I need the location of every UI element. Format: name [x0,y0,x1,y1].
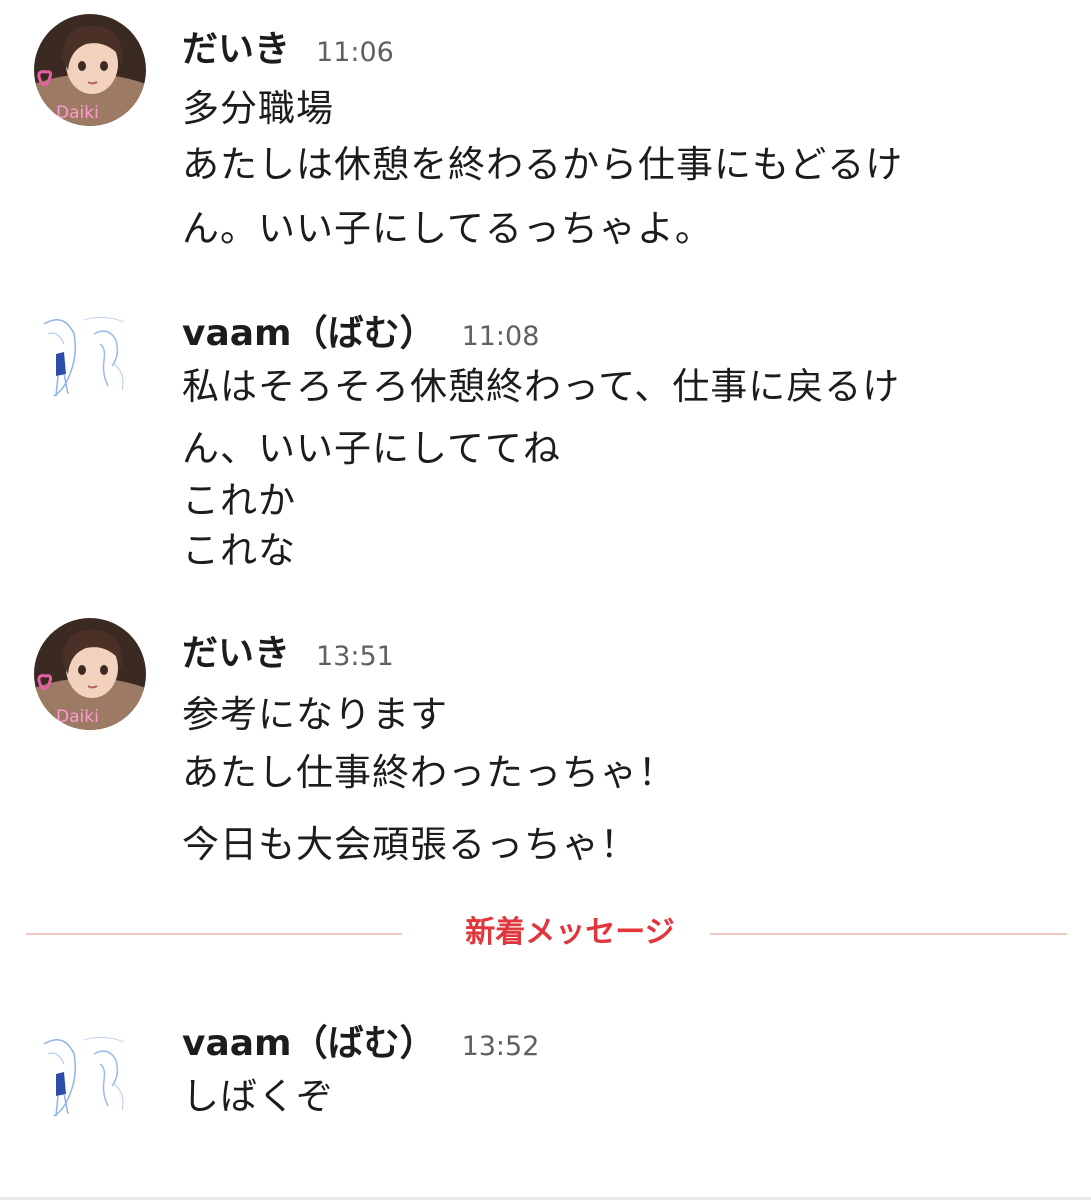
new-messages-label: 新着メッセージ [430,913,710,953]
divider-line-right [690,933,1067,935]
new-messages-divider: 新着メッセージ [26,913,1067,953]
message-text-line: あたし仕事終わったっちゃ！ [182,751,676,794]
message-text-line: しばくぞ [182,1075,334,1118]
message-text-line: これな [182,529,296,572]
avatar[interactable] [34,1024,146,1136]
message-text-line: 参考になります [182,693,448,736]
message-text-line: 今日も大会頑張るっちゃ！ [182,823,638,866]
author-name[interactable]: だいき [182,29,290,70]
avatar-watermark: Daiki [56,103,99,123]
timestamp[interactable]: 11:06 [316,37,394,68]
avatar[interactable] [34,304,146,416]
message-header: vaam（ばむ） 11:08 [182,304,539,356]
message-text-line: ん。いい子にしてるっちゃよ。 [182,207,713,250]
author-name[interactable]: だいき [182,633,290,674]
author-name[interactable]: vaam（ばむ） [182,1023,436,1064]
avatar[interactable]: Daiki [34,618,146,730]
divider-line-left [26,933,402,935]
avatar-watermark: Daiki [56,707,99,727]
message-text-line: 私はそろそろ休憩終わって、仕事に戻るけ [182,365,901,408]
message-text-line: あたしは休憩を終わるから仕事にもどるけ [182,143,904,186]
message-text-line: 多分職場 [182,87,334,130]
message-header: vaam（ばむ） 13:52 [182,1014,539,1066]
message-header: だいき 13:51 [182,624,394,676]
message-text-line: これか [182,479,296,522]
timestamp[interactable]: 13:51 [316,641,394,672]
author-name[interactable]: vaam（ばむ） [182,313,436,354]
message-text-line: ん、いい子にしててね [182,427,561,470]
message-header: だいき 11:06 [182,20,394,72]
timestamp[interactable]: 13:52 [462,1031,540,1062]
avatar[interactable]: Daiki [34,14,146,126]
timestamp[interactable]: 11:08 [462,321,540,352]
